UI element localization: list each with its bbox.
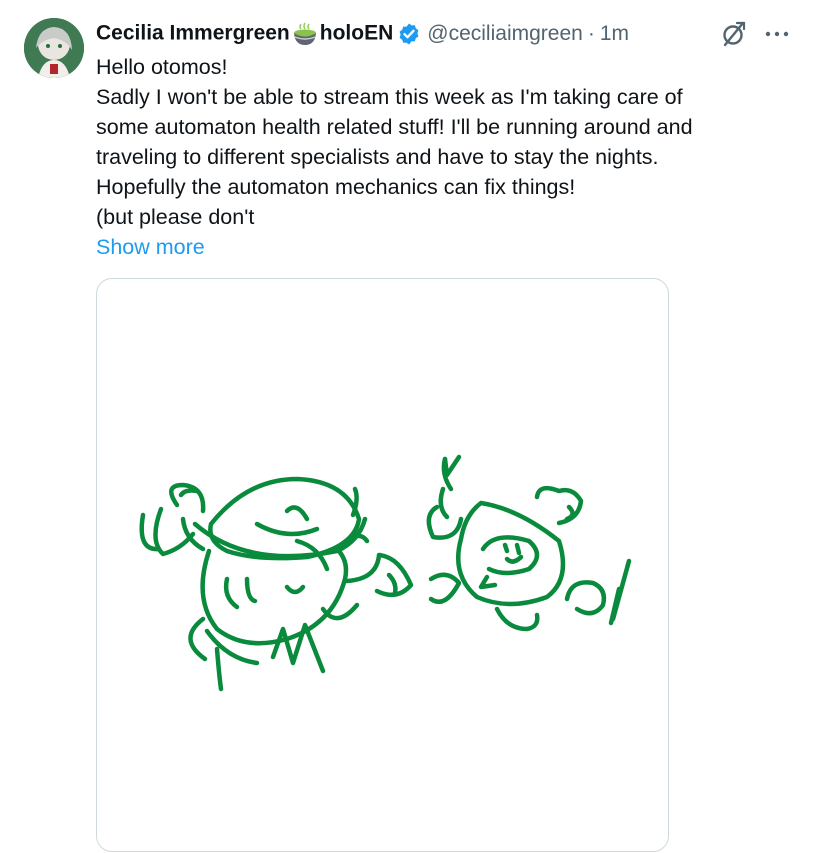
tweet-text: Hello otomos! Sadly I won't be able to s…	[96, 52, 796, 232]
tweet-media-image[interactable]	[96, 278, 669, 852]
tweet-line: (but please don't	[96, 205, 255, 229]
tweet-line: some automaton health related stuff! I'l…	[96, 115, 693, 139]
separator-dot: ·	[587, 22, 595, 45]
more-options-icon[interactable]	[762, 22, 792, 46]
display-name-text: Cecilia Immergreen	[96, 21, 290, 45]
avatar-image	[24, 18, 84, 78]
tweet-line: Hopefully the automaton mechanics can fi…	[96, 175, 576, 199]
tweet-line: Hello otomos!	[96, 55, 228, 79]
user-handle[interactable]: @ceciliaimgreen	[427, 22, 583, 46]
drawing-illustration	[139, 454, 632, 692]
display-name[interactable]: Cecilia Immergreen holoEN	[96, 20, 393, 48]
verified-badge-icon[interactable]	[397, 22, 421, 46]
tweet-line: Sadly I won't be able to stream this wee…	[96, 85, 683, 109]
display-name-suffix: holoEN	[319, 21, 394, 45]
grok-icon[interactable]	[720, 20, 748, 48]
avatar[interactable]	[24, 18, 84, 78]
timestamp[interactable]: 1m	[600, 22, 629, 46]
matcha-tea-bowl-icon	[293, 22, 316, 45]
tweet-line: traveling to different specialists and h…	[96, 145, 659, 169]
show-more-link[interactable]: Show more	[96, 232, 205, 262]
tweet-header: Cecilia Immergreen holoEN @ceciliaimgree…	[96, 18, 795, 50]
